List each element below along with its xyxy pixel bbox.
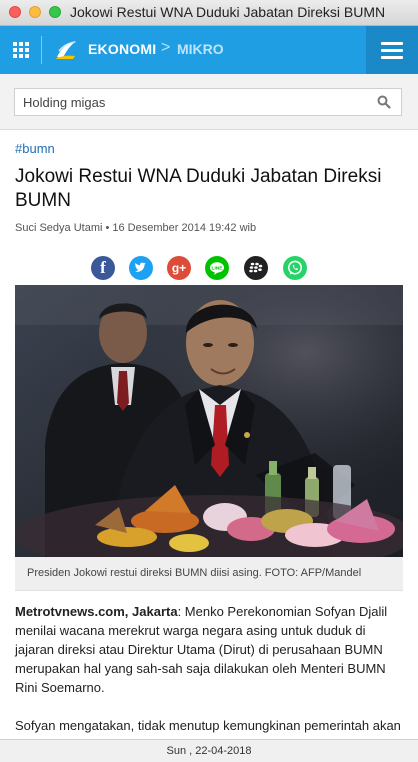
browser-window: Jokowi Restui WNA Duduki Jabatan Direksi… (0, 0, 418, 762)
minimize-window-button[interactable] (29, 6, 41, 18)
article-photo (15, 285, 403, 557)
twitter-icon[interactable] (129, 256, 153, 280)
site-logo-icon[interactable] (53, 37, 79, 63)
close-window-button[interactable] (9, 6, 21, 18)
article-headline: Jokowi Restui WNA Duduki Jabatan Direksi… (15, 166, 382, 211)
site-header: EKONOMI > MIKRO (0, 26, 418, 74)
blackberry-icon[interactable] (244, 256, 268, 280)
zoom-window-button[interactable] (49, 6, 61, 18)
article-photo-illustration (15, 285, 403, 557)
breadcrumb-separator: > (161, 39, 171, 56)
lead-paragraph: Metrotvnews.com, Jakarta: Menko Perekono… (15, 602, 405, 697)
whatsapp-icon[interactable] (283, 256, 307, 280)
apps-grid-icon[interactable] (13, 42, 29, 58)
svg-text:LINE: LINE (212, 265, 224, 271)
article-tag[interactable]: #bumn (15, 141, 55, 156)
search-input[interactable] (23, 93, 363, 111)
hamburger-menu-button[interactable] (366, 26, 418, 74)
facebook-icon[interactable]: f (91, 256, 115, 280)
status-bar: Sun , 22-04-2018 (0, 739, 418, 762)
share-bar: f g+ LINE (0, 256, 418, 282)
google-plus-icon[interactable]: g+ (167, 256, 191, 280)
search-icon[interactable] (377, 95, 391, 109)
photo-caption: Presiden Jokowi restui direksi BUMN diis… (15, 557, 403, 591)
paragraph-2: Sofyan mengatakan, tidak menutup kemungk… (15, 718, 401, 733)
search-bar (0, 74, 418, 130)
search-box (14, 88, 402, 116)
header-divider (41, 36, 42, 64)
article-body: Metrotvnews.com, Jakarta: Menko Perekono… (15, 602, 405, 754)
status-date: Sun , 22-04-2018 (166, 745, 252, 757)
article-byline: Suci Sedya Utami • 16 Desember 2014 19:4… (15, 222, 257, 234)
dateline: Metrotvnews.com, Jakarta (15, 604, 178, 619)
line-icon[interactable]: LINE (205, 256, 229, 280)
section-link[interactable]: EKONOMI (88, 41, 156, 57)
window-title: Jokowi Restui WNA Duduki Jabatan Direksi… (70, 4, 386, 20)
subsection-link[interactable]: MIKRO (177, 41, 224, 57)
title-bar: Jokowi Restui WNA Duduki Jabatan Direksi… (0, 0, 418, 26)
